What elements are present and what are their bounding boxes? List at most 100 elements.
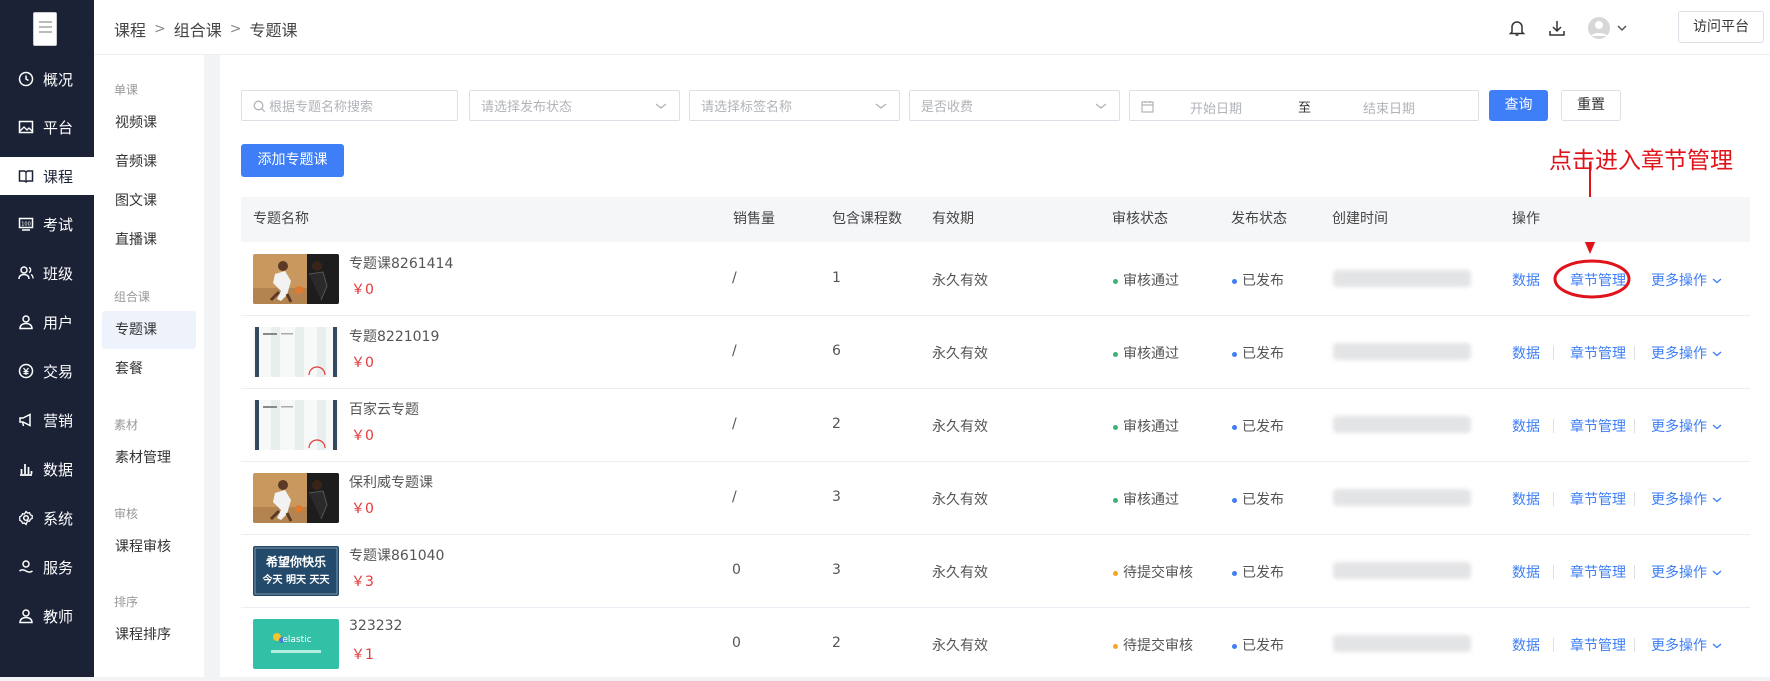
topic-name[interactable]: 专题8221019 — [349, 326, 439, 346]
subnav-group-title: 审核 — [114, 507, 139, 521]
breadcrumb-course[interactable]: 课程 — [114, 17, 146, 41]
add-topic-button[interactable]: 添加专题课 — [241, 144, 344, 177]
data-link[interactable]: 数据 — [1512, 562, 1540, 582]
breadcrumb-current: 专题课 — [249, 21, 298, 40]
nav-item-course[interactable]: 课程 — [0, 157, 94, 195]
svg-text:100: 100 — [21, 222, 31, 228]
subnav-item-audio[interactable]: 音频课 — [102, 143, 196, 181]
nav-label: 数据 — [43, 460, 74, 479]
data-link[interactable]: 数据 — [1512, 416, 1540, 436]
created-time-redacted — [1333, 270, 1471, 287]
op-divider — [1634, 346, 1635, 360]
nav-item-marketing[interactable]: 营销 — [0, 401, 94, 439]
op-divider — [1634, 419, 1635, 433]
more-actions-link[interactable]: 更多操作 — [1651, 416, 1722, 436]
reset-button[interactable]: 重置 — [1561, 90, 1621, 121]
search-input[interactable]: 根据专题名称搜索 — [241, 90, 458, 121]
course-count-cell: 6 — [832, 343, 841, 359]
nav-item-teacher[interactable]: 教师 — [0, 597, 94, 635]
more-actions-link[interactable]: 更多操作 — [1651, 343, 1722, 363]
data-link[interactable]: 数据 — [1512, 489, 1540, 509]
nav-item-class[interactable]: 班级 — [0, 254, 94, 292]
nav-label: 课程 — [43, 167, 74, 186]
audit-status-label: 审核通过 — [1123, 419, 1179, 435]
audit-status-label: 审核通过 — [1123, 346, 1179, 362]
nav-item-trade[interactable]: 交易 — [0, 352, 94, 390]
nav-item-user[interactable]: 用户 — [0, 303, 94, 341]
publish-status-select[interactable]: 请选择发布状态 — [469, 90, 680, 121]
subnav-item-video[interactable]: 视频课 — [102, 104, 196, 142]
topic-thumbnail[interactable] — [253, 254, 339, 304]
start-date-input[interactable]: 开始日期 — [1190, 98, 1242, 117]
bell-icon[interactable] — [1507, 18, 1527, 38]
more-actions-link[interactable]: 更多操作 — [1651, 489, 1722, 509]
course-count-cell: 2 — [832, 416, 841, 432]
topic-thumbnail[interactable] — [253, 327, 339, 377]
search-icon — [253, 100, 266, 113]
topic-name[interactable]: 专题课8261414 — [349, 253, 453, 273]
col-count: 包含课程数 — [832, 211, 902, 227]
publish-status-label: 已发布 — [1242, 638, 1284, 654]
topic-thumbnail[interactable] — [253, 400, 339, 450]
end-date-input[interactable]: 结束日期 — [1363, 98, 1415, 117]
nav-label: 平台 — [43, 118, 74, 137]
main-sidebar: 概况 平台 课程 100 考试 班级 用户 交易 营销 数据 系统 服务 教师 — [0, 0, 94, 677]
subnav-item-live[interactable]: 直播课 — [102, 221, 196, 259]
op-divider — [1553, 565, 1554, 579]
topic-name[interactable]: 百家云专题 — [349, 399, 419, 419]
tag-select[interactable]: 请选择标签名称 — [689, 90, 900, 121]
avatar[interactable] — [1587, 17, 1631, 39]
subnav-item-topic[interactable]: 专题课 — [102, 311, 196, 349]
nav-label: 交易 — [43, 362, 74, 381]
nav-item-exam[interactable]: 100 考试 — [0, 205, 94, 243]
chevron-down-icon — [1095, 103, 1107, 109]
more-actions-link[interactable]: 更多操作 — [1651, 270, 1722, 290]
chapter-manage-link[interactable]: 章节管理 — [1570, 489, 1626, 509]
topic-name[interactable]: 323232 — [349, 618, 402, 634]
nav-item-service[interactable]: 服务 — [0, 548, 94, 586]
charge-select[interactable]: 是否收费 — [909, 90, 1120, 121]
audit-status-label: 待提交审核 — [1123, 565, 1193, 581]
topic-price: ￥3 — [351, 574, 374, 590]
coin-icon — [17, 362, 35, 380]
date-range-picker[interactable]: 开始日期 至 结束日期 — [1129, 90, 1479, 121]
more-actions-link[interactable]: 更多操作 — [1651, 562, 1722, 582]
nav-label: 概况 — [43, 70, 74, 89]
subnav-item-sort[interactable]: 课程排序 — [102, 616, 196, 654]
chapter-manage-link[interactable]: 章节管理 — [1570, 416, 1626, 436]
more-actions-link[interactable]: 更多操作 — [1651, 635, 1722, 655]
op-divider — [1553, 638, 1554, 652]
data-link[interactable]: 数据 — [1512, 635, 1540, 655]
download-icon[interactable] — [1547, 18, 1567, 38]
visit-platform-button[interactable]: 访问平台 — [1678, 11, 1764, 43]
topic-thumbnail[interactable]: 希望你快乐 今天 明天 天天 — [253, 546, 339, 596]
subnav-item-article[interactable]: 图文课 — [102, 182, 196, 220]
nav-item-platform[interactable]: 平台 — [0, 108, 94, 146]
user-icon — [17, 313, 35, 331]
chapter-manage-link[interactable]: 章节管理 — [1570, 635, 1626, 655]
subnav-item-material[interactable]: 素材管理 — [102, 439, 196, 477]
created-time-redacted — [1333, 635, 1471, 652]
topic-thumbnail[interactable] — [253, 473, 339, 523]
data-link[interactable]: 数据 — [1512, 343, 1540, 363]
audit-status: 审核通过 — [1113, 343, 1179, 363]
subnav-item-package[interactable]: 套餐 — [102, 350, 196, 388]
nav-item-data[interactable]: 数据 — [0, 450, 94, 488]
chapter-manage-link[interactable]: 章节管理 — [1570, 343, 1626, 363]
query-button[interactable]: 查询 — [1489, 90, 1548, 121]
more-actions-label: 更多操作 — [1651, 638, 1707, 654]
nav-item-overview[interactable]: 概况 — [0, 60, 94, 98]
chapter-manage-link[interactable]: 章节管理 — [1570, 562, 1626, 582]
topic-name[interactable]: 专题课861040 — [349, 545, 444, 565]
sales-cell: 0 — [732, 635, 741, 651]
topic-name[interactable]: 保利威专题课 — [349, 472, 433, 492]
nav-item-system[interactable]: 系统 — [0, 499, 94, 537]
topic-thumbnail[interactable]: elastic — [253, 619, 339, 669]
breadcrumb-combo[interactable]: 组合课 — [174, 17, 222, 41]
subnav-item-review[interactable]: 课程审核 — [102, 528, 196, 566]
app-logo[interactable] — [33, 12, 57, 46]
table-row: 专题8221019 ￥0 / 6 永久有效 审核通过 已发布 数据 章节管理 更多操作 — [241, 316, 1750, 389]
created-time-redacted — [1333, 343, 1471, 360]
topic-price: ￥0 — [351, 428, 374, 444]
data-link[interactable]: 数据 — [1512, 270, 1540, 290]
